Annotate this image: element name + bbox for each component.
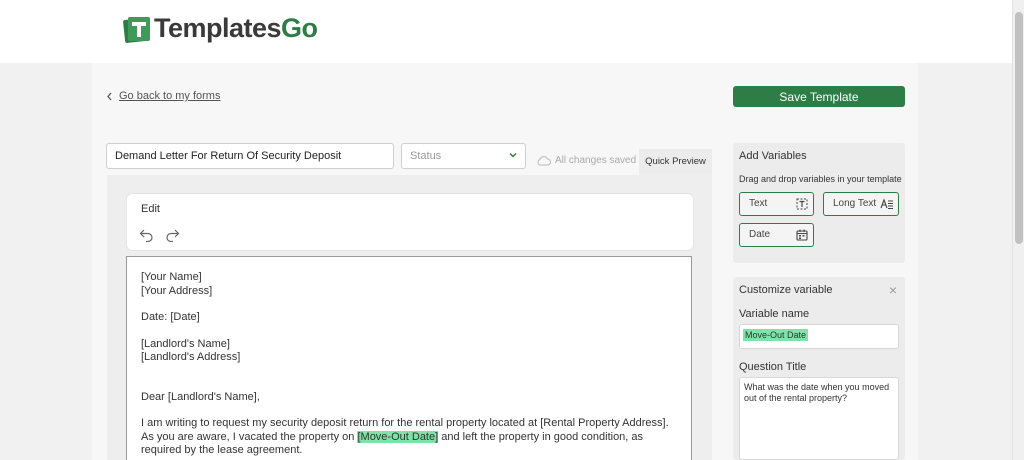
status-placeholder: Status bbox=[410, 150, 442, 162]
question-title-label: Question Title bbox=[739, 361, 807, 373]
long-text-icon bbox=[880, 198, 893, 209]
document-editor[interactable]: [Your Name] [Your Address] Date: [Date] … bbox=[126, 256, 692, 460]
undo-icon[interactable] bbox=[139, 229, 154, 242]
logo-text-part1: Templates bbox=[154, 13, 282, 43]
doc-line-landlord-name: [Landlord's Name] bbox=[141, 337, 230, 350]
edit-toolbar: Edit bbox=[126, 193, 694, 251]
customize-variable-heading: Customize variable bbox=[739, 284, 833, 296]
doc-line-date: Date: [Date] bbox=[141, 311, 200, 323]
question-title-textarea[interactable]: What was the date when you moved out of … bbox=[739, 377, 899, 460]
doc-line-greeting: Dear [Landlord's Name], bbox=[141, 390, 260, 403]
customize-variable-panel: Customize variable × Variable name Move-… bbox=[733, 277, 905, 460]
variable-chip-move-out-date[interactable]: [Move-Out Date] bbox=[357, 430, 439, 443]
template-title-input[interactable] bbox=[106, 143, 394, 169]
close-icon[interactable]: × bbox=[889, 283, 897, 297]
calendar-icon bbox=[796, 229, 808, 241]
save-status-text: All changes saved bbox=[555, 155, 637, 166]
variable-date-button[interactable]: Date bbox=[739, 223, 814, 247]
logo-text-part2: Go bbox=[281, 13, 318, 43]
quick-preview-tab[interactable]: Quick Preview bbox=[639, 149, 712, 175]
cloud-check-icon bbox=[537, 156, 551, 166]
page-scrollbar[interactable] bbox=[1012, 0, 1024, 460]
add-variables-subtitle: Drag and drop variables in your template bbox=[739, 174, 902, 184]
doc-line-landlord-address: [Landlord's Address] bbox=[141, 351, 241, 363]
top-bar: TemplatesGo bbox=[0, 0, 1012, 63]
variable-long-text-button[interactable]: Long Text bbox=[823, 192, 899, 216]
edit-label: Edit bbox=[141, 203, 160, 215]
add-variables-heading: Add Variables bbox=[739, 150, 807, 162]
scrollbar-thumb[interactable] bbox=[1015, 12, 1023, 244]
redo-icon[interactable] bbox=[165, 229, 180, 242]
logo-icon bbox=[122, 14, 152, 44]
doc-paragraph: I am writing to request my security depo… bbox=[141, 417, 677, 458]
logo-text: TemplatesGo bbox=[154, 13, 318, 44]
status-select[interactable]: Status bbox=[401, 143, 526, 169]
save-template-button[interactable]: Save Template bbox=[733, 86, 905, 107]
variable-name-input[interactable]: Move-Out Date bbox=[739, 324, 899, 349]
variable-name-value: Move-Out Date bbox=[743, 329, 809, 341]
doc-line-your-name: [Your Name] bbox=[141, 271, 202, 283]
chevron-left-icon bbox=[107, 92, 112, 100]
variable-date-label: Date bbox=[749, 229, 771, 240]
logo[interactable]: TemplatesGo bbox=[122, 13, 318, 44]
back-link-label: Go back to my forms bbox=[119, 90, 221, 102]
variable-text-button[interactable]: Text bbox=[739, 192, 814, 216]
save-status: All changes saved bbox=[537, 155, 636, 166]
chevron-down-icon bbox=[509, 152, 517, 158]
variable-name-label: Variable name bbox=[739, 308, 810, 320]
doc-line-your-address: [Your Address] bbox=[141, 284, 213, 297]
variable-text-label: Text bbox=[749, 198, 768, 209]
text-field-icon bbox=[796, 198, 808, 210]
variable-long-text-label: Long Text bbox=[833, 198, 877, 209]
back-link[interactable]: Go back to my forms bbox=[106, 90, 220, 102]
